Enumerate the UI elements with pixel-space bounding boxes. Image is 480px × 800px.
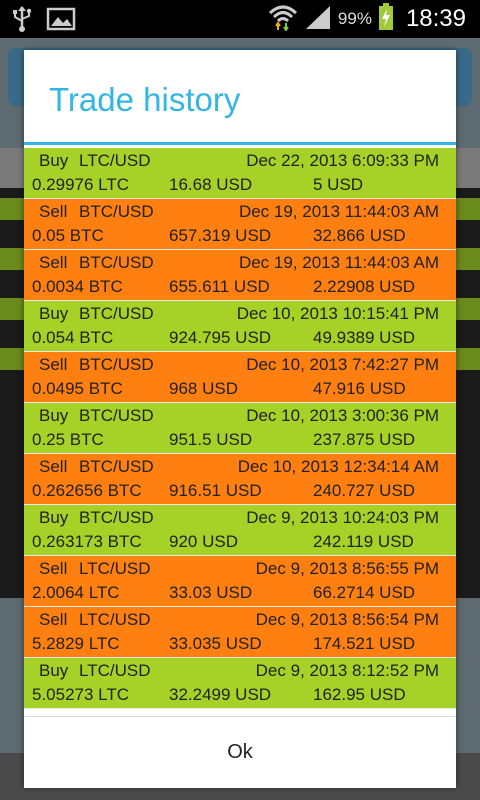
trade-price: 33.035 USD bbox=[169, 634, 262, 653]
trade-type: Sell bbox=[39, 253, 68, 272]
trade-total: 242.119 USD bbox=[313, 532, 414, 551]
trade-total: 66.2714 USD bbox=[313, 583, 416, 602]
image-icon bbox=[46, 6, 76, 37]
trade-date: Dec 9, 2013 10:24:03 PM bbox=[246, 508, 439, 527]
trade-amount: 0.25 BTC bbox=[32, 430, 104, 449]
trade-row[interactable]: Sell BTC/USD Dec 19, 2013 11:44:03 AM 0.05 … bbox=[24, 199, 456, 250]
trade-total: 47.916 USD bbox=[313, 379, 406, 398]
trade-pair: LTC/USD bbox=[79, 610, 151, 629]
trade-row[interactable]: Buy BTC/USD Dec 10, 2013 10:15:41 PM 0.054 … bbox=[24, 301, 456, 352]
trade-price: 655.611 USD bbox=[169, 277, 270, 296]
trade-price: 16.68 USD bbox=[169, 175, 253, 194]
trade-pair: BTC/USD bbox=[79, 508, 154, 527]
trade-type: Sell bbox=[39, 355, 68, 374]
trade-price: 968 USD bbox=[169, 379, 238, 398]
trade-type: Buy bbox=[39, 661, 69, 680]
trade-type: Sell bbox=[39, 559, 68, 578]
trade-pair: BTC/USD bbox=[79, 457, 154, 476]
trade-total: 174.521 USD bbox=[313, 634, 416, 653]
trade-row[interactable]: Buy LTC/USD Dec 9, 2013 8:12:52 PM 5.05273 … bbox=[24, 658, 456, 709]
trade-amount: 5.2829 LTC bbox=[32, 634, 120, 653]
ok-button[interactable]: Ok bbox=[24, 717, 456, 788]
trade-row[interactable]: Sell BTC/USD Dec 10, 2013 12:34:14 AM 0.262… bbox=[24, 454, 456, 505]
trade-price: 657.319 USD bbox=[169, 226, 272, 245]
trade-pair: BTC/USD bbox=[79, 202, 154, 221]
trade-type: Buy bbox=[39, 406, 69, 425]
trade-amount: 0.262656 BTC bbox=[32, 481, 142, 500]
trade-history-dialog: Trade history Buy LTC/USD Dec 22, 2013 6:0… bbox=[24, 50, 456, 788]
trade-type: Buy bbox=[39, 304, 69, 323]
trade-type: Sell bbox=[39, 610, 68, 629]
trade-amount: 0.263173 BTC bbox=[32, 532, 142, 551]
trade-pair: LTC/USD bbox=[79, 151, 151, 170]
trade-date: Dec 9, 2013 8:56:54 PM bbox=[255, 610, 439, 629]
trade-row[interactable]: Buy BTC/USD Dec 10, 2013 3:00:36 PM 0.25 BT… bbox=[24, 403, 456, 454]
trade-amount: 0.29976 LTC bbox=[32, 175, 130, 194]
trade-type: Sell bbox=[39, 457, 68, 476]
trade-pair: BTC/USD bbox=[79, 253, 154, 272]
trade-pair: BTC/USD bbox=[79, 304, 154, 323]
trade-price: 32.2499 USD bbox=[169, 685, 272, 704]
dialog-footer: Ok bbox=[24, 716, 456, 788]
trade-date: Dec 9, 2013 8:12:52 PM bbox=[255, 661, 439, 680]
trade-type: Buy bbox=[39, 508, 69, 527]
trade-row[interactable]: Buy BTC/USD Dec 9, 2013 10:24:03 PM 0.26317… bbox=[24, 505, 456, 556]
trade-amount: 0.05 BTC bbox=[32, 226, 104, 245]
trade-row[interactable]: Buy LTC/USD Dec 22, 2013 6:09:33 PM 0.29976… bbox=[24, 148, 456, 199]
trade-date: Dec 10, 2013 12:34:14 AM bbox=[237, 457, 439, 476]
trade-date: Dec 10, 2013 10:15:41 PM bbox=[236, 304, 439, 323]
trade-date: Dec 22, 2013 6:09:33 PM bbox=[246, 151, 439, 170]
trade-date: Dec 19, 2013 11:44:03 AM bbox=[238, 202, 439, 221]
battery-percent: 99% bbox=[337, 9, 372, 28]
status-bar: 99% 18:39 bbox=[0, 0, 480, 38]
trade-amount: 0.0034 BTC bbox=[32, 277, 123, 296]
trade-price: 920 USD bbox=[169, 532, 238, 551]
trade-total: 5 USD bbox=[313, 175, 364, 194]
trade-total: 237.875 USD bbox=[313, 430, 416, 449]
trade-total: 32.866 USD bbox=[313, 226, 406, 245]
trade-date: Dec 9, 2013 8:56:55 PM bbox=[255, 559, 439, 578]
trade-price: 951.5 USD bbox=[169, 430, 253, 449]
trade-price: 924.795 USD bbox=[169, 328, 272, 347]
trade-row[interactable]: Sell BTC/USD Dec 19, 2013 11:44:03 AM 0.003… bbox=[24, 250, 456, 301]
trade-amount: 0.054 BTC bbox=[32, 328, 114, 347]
trade-date: Dec 19, 2013 11:44:03 AM bbox=[238, 253, 439, 272]
trade-price: 33.03 USD bbox=[169, 583, 253, 602]
signal-icon bbox=[304, 4, 332, 35]
trade-date: Dec 10, 2013 7:42:27 PM bbox=[246, 355, 439, 374]
trade-row[interactable]: Sell LTC/USD Dec 9, 2013 8:56:55 PM 2.0064 … bbox=[24, 556, 456, 607]
trade-list[interactable]: Buy LTC/USD Dec 22, 2013 6:09:33 PM 0.29976… bbox=[24, 148, 456, 716]
trade-row[interactable]: Sell LTC/USD Dec 9, 2013 8:56:54 PM 5.2829 … bbox=[24, 607, 456, 658]
trade-price: 916.51 USD bbox=[169, 481, 262, 500]
trade-pair: LTC/USD bbox=[79, 661, 151, 680]
dialog-title: Trade history bbox=[24, 50, 456, 145]
battery-charging-icon bbox=[378, 2, 394, 36]
trade-date: Dec 10, 2013 3:00:36 PM bbox=[246, 406, 439, 425]
wifi-icon bbox=[268, 3, 298, 36]
trade-type: Buy bbox=[39, 151, 69, 170]
trade-amount: 0.0495 BTC bbox=[32, 379, 123, 398]
trade-amount: 2.0064 LTC bbox=[32, 583, 120, 602]
usb-icon bbox=[10, 6, 34, 37]
trade-type: Sell bbox=[39, 202, 68, 221]
trade-total: 162.95 USD bbox=[313, 685, 406, 704]
clock: 18:39 bbox=[405, 5, 466, 32]
trade-total: 240.727 USD bbox=[313, 481, 416, 500]
trade-pair: BTC/USD bbox=[79, 406, 154, 425]
trade-pair: BTC/USD bbox=[79, 355, 154, 374]
trade-total: 2.22908 USD bbox=[313, 277, 416, 296]
trade-row[interactable]: Sell BTC/USD Dec 10, 2013 7:42:27 PM 0.0495… bbox=[24, 352, 456, 403]
trade-total: 49.9389 USD bbox=[313, 328, 416, 347]
trade-amount: 5.05273 LTC bbox=[32, 685, 130, 704]
trade-pair: LTC/USD bbox=[79, 559, 151, 578]
